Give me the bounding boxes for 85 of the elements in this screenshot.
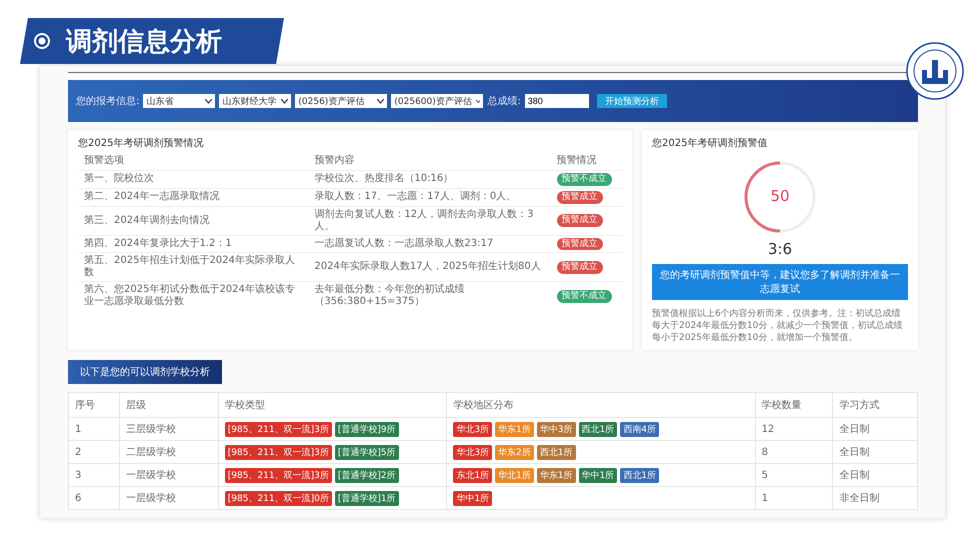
column-header: 层级 bbox=[120, 392, 218, 418]
status-badge: 预警不成立 bbox=[556, 290, 612, 303]
column-header: 学校类型 bbox=[218, 392, 447, 418]
region-tag: 华中1所 bbox=[453, 490, 492, 506]
type-tag: [普通学校]9所 bbox=[334, 422, 399, 437]
region-tag: 华北1所 bbox=[495, 468, 534, 483]
type-tag: [普通学校]2所 bbox=[334, 468, 399, 483]
status-badge: 预警不成立 bbox=[556, 173, 612, 186]
table-cell: 全日制 bbox=[832, 440, 918, 464]
note-text: 预警值根据以上6个内容分析而来，仅供参考。注：初试总成绩每大于2024年最低分数10分，就减少一个预警值，初试总成绩每小于2025年最低分数10分，就增加一个预警值。 bbox=[652, 308, 904, 344]
table-cell: 8 bbox=[755, 440, 833, 464]
status-badge: 预警成立 bbox=[556, 190, 603, 204]
table-cell: 2 bbox=[68, 440, 120, 464]
table-cell: 3 bbox=[68, 464, 120, 487]
table-cell: 一层级学校 bbox=[120, 486, 218, 510]
region-tag: 华东1所 bbox=[536, 468, 576, 483]
region-tag: 西北1所 bbox=[578, 422, 618, 437]
column-header: 预警情况 bbox=[550, 150, 622, 170]
bullet-icon bbox=[34, 33, 50, 49]
region-tag: 西南4所 bbox=[620, 422, 659, 437]
table-cell: 二层级学校 bbox=[120, 440, 218, 464]
table-cell: 学校位次、热度排名（10:16） bbox=[308, 170, 551, 188]
region-tag: 西北1所 bbox=[536, 444, 576, 460]
type-tag: [985、211、双一流]3所 bbox=[224, 444, 332, 460]
table-cell: 1 bbox=[755, 486, 833, 510]
type-tag: [985、211、双一流]0所 bbox=[224, 490, 332, 506]
gauge-value: 50 bbox=[769, 187, 791, 205]
table-cell: 全日制 bbox=[832, 418, 918, 441]
slide-title: 调剂信息分析 bbox=[66, 26, 222, 58]
advice-banner: 您的考研调剂预警值中等，建议您多了解调剂并准备一志愿复试 bbox=[652, 264, 908, 300]
caret-icon bbox=[377, 98, 384, 104]
region-tag: 西北1所 bbox=[620, 468, 659, 483]
caret-icon bbox=[205, 98, 212, 104]
table-cell: 6 bbox=[68, 486, 120, 510]
score-field[interactable]: 380 bbox=[524, 94, 589, 108]
query-label: 您的报考信息: bbox=[76, 94, 140, 108]
caret-icon bbox=[476, 98, 480, 104]
score-label: 总成绩: bbox=[487, 94, 521, 108]
analysis-button[interactable]: 以下是您的可以调剂学校分析 bbox=[68, 360, 222, 384]
column-header: 学校数量 bbox=[755, 392, 833, 418]
dropdown[interactable]: 山东省 bbox=[143, 94, 216, 108]
dropdown[interactable]: (025600)资产评估 bbox=[391, 94, 484, 108]
region-tag: 华中1所 bbox=[578, 468, 618, 483]
type-tag: [985、211、双一流]3所 bbox=[224, 422, 332, 437]
table-cell: 第六、您2025年初试分数低于2024年该校该专业一志愿录取最低分数 bbox=[78, 282, 308, 310]
status-badge: 预警成立 bbox=[556, 214, 603, 227]
region-tag: 东北1所 bbox=[453, 468, 492, 483]
ratio-text: 3:6 bbox=[768, 240, 792, 258]
column-header: 预警内容 bbox=[308, 150, 551, 170]
column-header: 学习方式 bbox=[832, 392, 918, 418]
type-tag: [普通学校]1所 bbox=[334, 490, 399, 506]
type-tag: [985、211、双一流]3所 bbox=[224, 468, 332, 483]
type-tag: [普通学校]5所 bbox=[334, 444, 399, 460]
table-cell: 第四、2024年复录比大于1.2：1 bbox=[78, 235, 308, 253]
table-cell: 2024年实际录取人数17人，2025年招生计划80人 bbox=[308, 252, 551, 282]
table-cell: 第五、2025年招生计划低于2024年实际录取人数 bbox=[78, 252, 308, 282]
status-badge: 预警成立 bbox=[556, 260, 603, 274]
table-cell: 第二、2024年一志愿录取情况 bbox=[78, 188, 308, 206]
table-cell: 一志愿复试人数：一志愿录取人数23:17 bbox=[308, 235, 551, 253]
region-tag: 华北3所 bbox=[453, 422, 492, 437]
caret-icon bbox=[281, 98, 288, 104]
region-tag: 华北3所 bbox=[453, 444, 492, 460]
dropdown[interactable]: 山东财经大学 bbox=[219, 94, 292, 108]
table-cell: 第一、院校位次 bbox=[78, 170, 308, 188]
table-cell: 1 bbox=[68, 418, 120, 441]
region-tag: 华中3所 bbox=[536, 422, 576, 437]
card-title: 您2025年考研调剂预警情况 bbox=[78, 136, 204, 150]
table-cell: 一层级学校 bbox=[120, 464, 218, 487]
card-title: 您2025年考研调剂预警值 bbox=[652, 136, 768, 150]
region-tag: 华东1所 bbox=[495, 422, 534, 437]
table-cell: 全日制 bbox=[832, 464, 918, 487]
column-header: 序号 bbox=[68, 392, 120, 418]
column-header: 学校地区分布 bbox=[446, 392, 756, 418]
table-cell: 去年最低分数：今年您的初试成绩（356:380+15=375） bbox=[308, 282, 551, 310]
dropdown[interactable]: (0256)资产评估 bbox=[295, 94, 388, 108]
table-cell: 12 bbox=[755, 418, 833, 441]
region-tag: 华东2所 bbox=[495, 444, 534, 460]
column-header: 预警选项 bbox=[78, 150, 308, 170]
status-badge: 预警成立 bbox=[556, 238, 603, 250]
table-cell: 非全日制 bbox=[832, 486, 918, 510]
table-cell: 录取人数：17、一志愿：17人、调剂：0人。 bbox=[308, 188, 551, 206]
table-cell: 第三、2024年调剂去向情况 bbox=[78, 206, 308, 236]
table-cell: 三层级学校 bbox=[120, 418, 218, 441]
table-cell: 调剂去向复试人数：12人，调剂去向录取人数：3人。 bbox=[308, 206, 551, 236]
table-cell: 5 bbox=[755, 464, 833, 487]
